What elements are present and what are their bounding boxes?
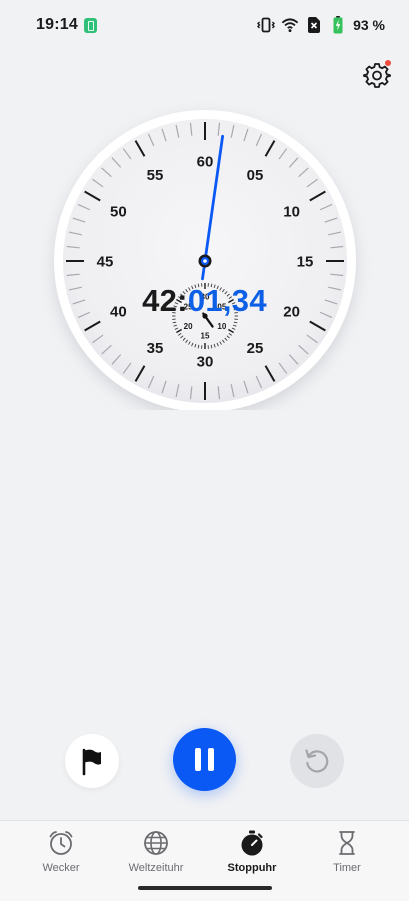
settings-button[interactable] bbox=[362, 60, 392, 90]
status-icons: 93 % bbox=[257, 14, 385, 36]
pause-icon bbox=[173, 728, 236, 791]
home-indicator bbox=[138, 886, 272, 890]
stopwatch-controls bbox=[0, 728, 409, 792]
subdial-number: 15 bbox=[201, 332, 210, 341]
wifi-icon bbox=[281, 16, 299, 34]
reset-icon bbox=[290, 734, 344, 788]
dial-number: 10 bbox=[283, 204, 300, 221]
reset-button[interactable] bbox=[290, 734, 344, 788]
nav-label-timer: Timer bbox=[297, 862, 397, 874]
nav-label-weltzeituhr: Weltzeituhr bbox=[106, 862, 206, 874]
dial-number: 35 bbox=[147, 340, 164, 357]
nav-item-stoppuhr[interactable]: Stoppuhr bbox=[202, 829, 302, 883]
dial-number: 25 bbox=[247, 340, 264, 357]
dial-number: 05 bbox=[247, 167, 264, 184]
dial-number: 60 bbox=[197, 154, 214, 171]
nav-label-stoppuhr: Stoppuhr bbox=[202, 862, 302, 874]
lap-button[interactable] bbox=[65, 734, 119, 788]
battery-percent: 93 % bbox=[353, 17, 385, 33]
dial-number: 55 bbox=[147, 167, 164, 184]
alarm-clock-icon bbox=[47, 829, 75, 857]
flag-icon bbox=[65, 734, 119, 788]
dial-number: 50 bbox=[110, 204, 127, 221]
stopwatch-dial: 600510152025303540455055 300510152025 42… bbox=[0, 100, 409, 410]
nav-item-timer[interactable]: Timer bbox=[297, 829, 397, 883]
stopwatch-dial-face: 600510152025303540455055 300510152025 bbox=[0, 100, 409, 410]
stopwatch-icon bbox=[238, 829, 266, 857]
subdial-number: 10 bbox=[217, 322, 226, 331]
status-bar: 19:14 93 % bbox=[0, 0, 409, 52]
nav-item-wecker[interactable]: Wecker bbox=[11, 829, 111, 883]
elapsed-seconds: 01,34 bbox=[188, 283, 267, 318]
elapsed-minutes: 42: bbox=[142, 283, 188, 318]
no-sim-icon bbox=[305, 16, 323, 34]
hourglass-icon bbox=[333, 829, 361, 857]
dial-number: 45 bbox=[97, 254, 114, 271]
nav-item-weltzeituhr[interactable]: Weltzeituhr bbox=[106, 829, 206, 883]
app-notification-icon bbox=[84, 18, 97, 33]
elapsed-time-readout: 42:01,34 bbox=[0, 283, 409, 319]
pause-button[interactable] bbox=[173, 728, 236, 791]
dial-number: 15 bbox=[297, 254, 314, 271]
vibrate-icon bbox=[257, 16, 275, 34]
globe-icon bbox=[142, 829, 170, 857]
dial-number: 30 bbox=[197, 354, 214, 371]
nav-label-wecker: Wecker bbox=[11, 862, 111, 874]
settings-notification-badge bbox=[385, 60, 391, 66]
subdial-number: 20 bbox=[184, 322, 193, 331]
hand-hub-center bbox=[203, 259, 207, 263]
battery-charging-icon bbox=[329, 16, 347, 34]
status-time: 19:14 bbox=[36, 16, 78, 34]
